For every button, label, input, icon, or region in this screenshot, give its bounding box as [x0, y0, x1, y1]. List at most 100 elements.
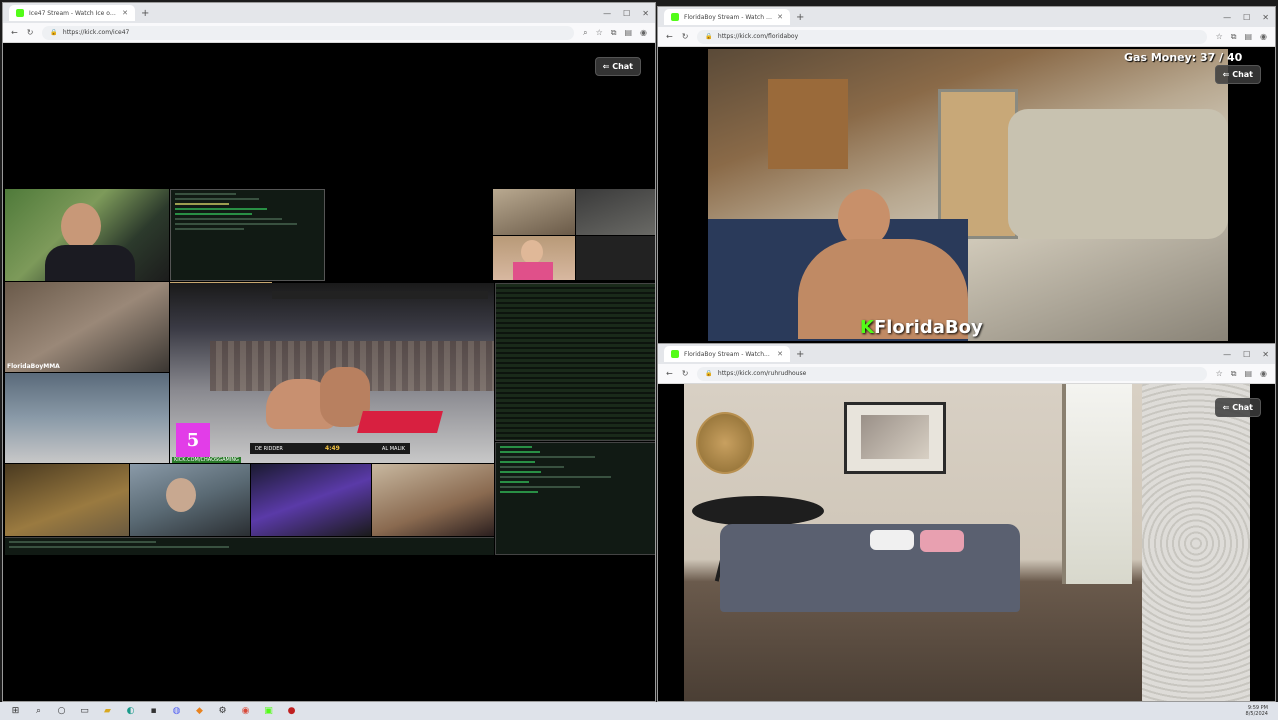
webcam-tile-dark	[576, 236, 655, 280]
address-bar[interactable]: 🔒 https://kick.com/ice47	[42, 25, 575, 40]
chrome-icon[interactable]: ◉	[240, 706, 251, 717]
webcam-tile-room-top	[493, 189, 575, 235]
puzzle-icon[interactable]: ⧉	[1231, 32, 1237, 42]
browser-toolbar: ← ↻ 🔒 https://kick.com/ruhrudhouse ☆ ⧉ ▤…	[658, 364, 1275, 384]
terminal-bottom-tile	[5, 537, 494, 555]
collections-icon[interactable]: ▤	[624, 28, 632, 38]
window-controls: — ☐ ✕	[1223, 13, 1269, 22]
puzzle-icon[interactable]: ⧉	[1231, 369, 1237, 379]
video-player[interactable]: ⇐ Chat	[658, 384, 1275, 701]
browser-window-left: Ice47 Stream - Watch Ice on K... ✕ + — ☐…	[2, 2, 656, 702]
wall-mirror	[696, 412, 754, 474]
search-icon[interactable]: ⌕	[33, 706, 44, 717]
kick-app-icon[interactable]: ▣	[263, 706, 274, 717]
address-bar[interactable]: 🔒 https://kick.com/floridaboy	[697, 29, 1207, 44]
chat-toggle-button[interactable]: ⇐ Chat	[594, 57, 641, 76]
task-view-icon[interactable]: ▭	[79, 706, 90, 717]
minimize-icon[interactable]: —	[1223, 350, 1231, 359]
refresh-icon[interactable]: ↻	[682, 369, 689, 378]
wall-art-frame	[844, 402, 946, 474]
zoom-icon[interactable]: ⌕	[583, 28, 587, 38]
close-tab-icon[interactable]: ✕	[122, 9, 128, 17]
new-tab-icon[interactable]: +	[141, 8, 149, 19]
webcam-tile-bed	[372, 464, 494, 536]
browser-tab[interactable]: FloridaBoy Stream - Watch Live on K... ✕	[664, 9, 790, 25]
clock-date: 8/5/2024	[1245, 711, 1268, 717]
refresh-icon[interactable]: ↻	[682, 32, 689, 41]
webcam-tile-car	[130, 464, 250, 536]
counter-badge: 5	[176, 423, 210, 457]
settings-icon[interactable]: ⚙	[217, 706, 228, 717]
minimize-icon[interactable]: —	[1223, 13, 1231, 22]
collections-icon[interactable]: ▤	[1244, 32, 1252, 42]
fighter-one-name: DE RIDDER	[255, 445, 283, 452]
kick-logo-icon: K	[860, 317, 874, 338]
back-icon[interactable]: ←	[11, 28, 18, 37]
new-tab-icon[interactable]: +	[796, 12, 804, 23]
star-icon[interactable]: ☆	[596, 28, 603, 38]
collections-icon[interactable]: ▤	[1244, 369, 1252, 379]
refresh-icon[interactable]: ↻	[27, 28, 34, 37]
webcam-tile-kitchen	[576, 189, 655, 235]
webcam-tile-couch: FloridaBoyMMA	[5, 282, 169, 372]
star-icon[interactable]: ☆	[1216, 32, 1223, 42]
chat-icon: ⇐	[602, 62, 613, 71]
url-text: https://kick.com/floridaboy	[717, 33, 799, 40]
lock-icon: 🔒	[50, 29, 58, 36]
coffee-table	[692, 496, 824, 526]
webcam-tile-purple	[251, 464, 371, 536]
chat-toggle-button[interactable]: ⇐ Chat	[1214, 65, 1261, 84]
maximize-icon[interactable]: ☐	[1243, 350, 1250, 359]
maximize-icon[interactable]: ☐	[1243, 13, 1250, 22]
minimize-icon[interactable]: —	[603, 9, 611, 18]
browser-toolbar: ← ↻ 🔒 https://kick.com/floridaboy ☆ ⧉ ▤ …	[658, 27, 1275, 47]
metamask-icon[interactable]: ◆	[194, 706, 205, 717]
close-window-icon[interactable]: ✕	[1262, 13, 1269, 22]
cortana-icon[interactable]: ○	[56, 706, 67, 717]
url-text: https://kick.com/ruhrudhouse	[717, 370, 807, 377]
profile-icon[interactable]: ◉	[640, 28, 647, 38]
tab-title: Ice47 Stream - Watch Ice on K...	[29, 9, 118, 17]
edge-icon[interactable]: ◐	[125, 706, 136, 717]
chat-icon: ⇐	[1222, 403, 1233, 412]
tab-title: FloridaBoy Stream - Watch Live on K...	[684, 13, 772, 21]
system-clock[interactable]: 9:59 PM 8/5/2024	[1246, 705, 1268, 717]
browser-tab[interactable]: Ice47 Stream - Watch Ice on K... ✕	[9, 5, 135, 21]
close-window-icon[interactable]: ✕	[642, 9, 649, 18]
browser-tab[interactable]: FloridaBoy Stream - Watch... ✕	[664, 346, 790, 362]
browser-window-bottom-right: FloridaBoy Stream - Watch... ✕ + — ☐ ✕ ←…	[657, 343, 1276, 702]
puzzle-icon[interactable]: ⧉	[611, 28, 617, 38]
tab-title: FloridaBoy Stream - Watch...	[684, 350, 770, 358]
file-explorer-icon[interactable]: ▰	[102, 706, 113, 717]
close-window-icon[interactable]: ✕	[1262, 350, 1269, 359]
discord-icon[interactable]: ◍	[171, 706, 182, 717]
webcam-tile-garage	[5, 464, 129, 536]
video-player[interactable]: KFloridaBoy Gas Money: 37 / 40 ⇐ Chat	[658, 47, 1275, 343]
terminal-icon[interactable]: ▪	[148, 706, 159, 717]
video-player[interactable]: ⇐ Chat FloridaBoyMMA 5 DE RIDDER 4:49 AL…	[3, 43, 655, 701]
windows-start-icon[interactable]: ⊞	[10, 706, 21, 717]
new-tab-icon[interactable]: +	[796, 349, 804, 360]
close-tab-icon[interactable]: ✕	[777, 13, 783, 21]
address-bar[interactable]: 🔒 https://kick.com/ruhrudhouse	[697, 366, 1207, 381]
url-text: https://kick.com/ice47	[62, 29, 130, 36]
back-icon[interactable]: ←	[666, 32, 673, 41]
profile-icon[interactable]: ◉	[1260, 32, 1267, 42]
lock-icon: 🔒	[705, 33, 713, 40]
terminal-tile	[170, 189, 325, 281]
close-tab-icon[interactable]: ✕	[777, 350, 783, 358]
profile-icon[interactable]: ◉	[1260, 369, 1267, 379]
kick-favicon-icon	[16, 9, 24, 17]
window	[1062, 384, 1132, 584]
obs-icon[interactable]: ●	[286, 706, 297, 717]
tab-bar: Ice47 Stream - Watch Ice on K... ✕ + — ☐…	[3, 3, 655, 23]
webcam-tile-desk	[5, 373, 169, 463]
star-icon[interactable]: ☆	[1216, 369, 1223, 379]
back-icon[interactable]: ←	[666, 369, 673, 378]
chat-toggle-button[interactable]: ⇐ Chat	[1214, 398, 1261, 417]
maximize-icon[interactable]: ☐	[623, 9, 630, 18]
sponsor-text: KICK.COM/CHAOSGAMING	[172, 457, 241, 463]
kick-favicon-icon	[671, 350, 679, 358]
browser-window-top-right: FloridaBoy Stream - Watch Live on K... ✕…	[657, 6, 1276, 344]
kick-favicon-icon	[671, 13, 679, 21]
